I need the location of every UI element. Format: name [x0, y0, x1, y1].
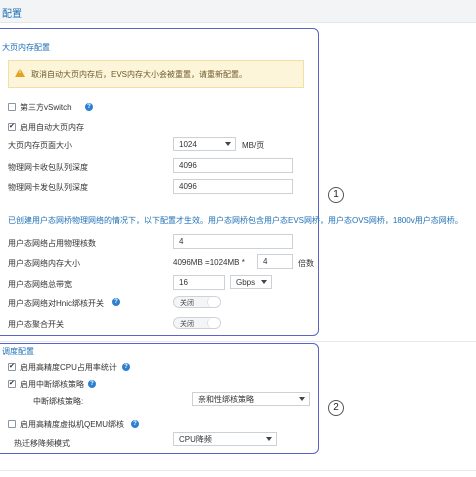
toggle-knob	[207, 297, 220, 307]
page-title: 配置	[2, 9, 22, 20]
tx-queue-label: 物理网卡发包队列深度	[8, 183, 88, 192]
title-bar	[0, 0, 476, 23]
help-icon[interactable]: ?	[122, 363, 130, 371]
memory-unit: 倍数	[298, 259, 314, 268]
cpu-stats-label: 启用高精度CPU占用率统计	[20, 363, 117, 372]
scheduling-section-title: 调度配置	[2, 347, 34, 356]
section-divider	[0, 341, 476, 342]
memory-multiplier-input[interactable]: 4	[257, 254, 293, 269]
hnic-toggle-label: 关闭	[180, 300, 194, 307]
chevron-down-icon	[225, 142, 231, 146]
cpu-stats-checkbox[interactable]	[8, 362, 16, 371]
interrupt-binding-checkbox[interactable]	[8, 379, 16, 388]
auto-hugepage-checkbox[interactable]	[8, 122, 16, 131]
toggle-knob	[207, 318, 220, 328]
cores-input[interactable]: 4	[173, 234, 293, 249]
chevron-down-icon	[299, 397, 305, 401]
qemu-binding-label: 启用高精度虚拟机QEMU绑核	[20, 420, 124, 429]
warning-icon: !	[15, 68, 25, 77]
userspace-info-text: 已创建用户态网桥物理网络的情况下，以下配置才生效。用户态网桥包含用户态EVS网桥…	[8, 216, 463, 225]
tx-queue-input[interactable]: 4096	[173, 179, 293, 194]
third-party-vswitch-label: 第三方vSwitch	[20, 103, 72, 112]
qemu-binding-checkbox[interactable]	[8, 420, 16, 428]
cores-label: 用户态网络占用物理核数	[8, 239, 96, 248]
page-size-value: 1024	[179, 140, 197, 149]
warning-text: 取消自动大页内存后，EVS内存大小会被重置，请重新配置。	[31, 70, 248, 79]
interrupt-policy-value: 亲和性绑核策略	[198, 395, 254, 404]
bottom-divider	[0, 470, 476, 471]
help-icon[interactable]: ?	[131, 420, 139, 428]
memory-text: 4096MB =1024MB *	[173, 258, 245, 267]
memory-label: 用户态网络内存大小	[8, 259, 80, 268]
hugepage-section-title: 大页内存配置	[2, 43, 50, 52]
callout-2: 2	[328, 400, 344, 416]
page-size-label: 大页内存页面大小	[8, 141, 72, 150]
aggregate-toggle-label: 关闭	[180, 321, 194, 328]
auto-hugepage-label: 启用自动大页内存	[20, 123, 84, 132]
rx-queue-label: 物理网卡收包队列深度	[8, 163, 88, 172]
warning-banner: ! 取消自动大页内存后，EVS内存大小会被重置，请重新配置。	[8, 60, 304, 88]
hot-migration-label: 热迁移降频模式	[14, 439, 70, 448]
help-icon[interactable]: ?	[112, 298, 120, 306]
interrupt-binding-label: 启用中断绑核策略	[20, 380, 84, 389]
bandwidth-label: 用户态网络总带宽	[8, 280, 72, 289]
hot-migration-select[interactable]: CPU降频	[173, 432, 277, 446]
hnic-toggle[interactable]: 关闭	[173, 296, 221, 308]
help-icon[interactable]: ?	[85, 103, 93, 111]
third-party-vswitch-checkbox[interactable]	[8, 103, 16, 111]
callout-1: 1	[328, 187, 344, 203]
page-size-unit: MB/页	[242, 141, 265, 150]
hnic-label: 用户态网络对Hnic绑核开关	[8, 299, 105, 308]
interrupt-policy-select[interactable]: 亲和性绑核策略	[192, 392, 310, 406]
bandwidth-input[interactable]: 16	[173, 275, 225, 290]
bandwidth-unit-select[interactable]: Gbps	[230, 275, 272, 289]
rx-queue-input[interactable]: 4096	[173, 158, 293, 173]
interrupt-policy-label: 中断绑核策略:	[33, 397, 84, 406]
bandwidth-unit-value: Gbps	[236, 278, 256, 287]
chevron-down-icon	[266, 437, 272, 441]
help-icon[interactable]: ?	[88, 380, 96, 388]
page-size-select[interactable]: 1024	[173, 137, 236, 151]
aggregate-toggle[interactable]: 关闭	[173, 317, 221, 329]
hot-migration-value: CPU降频	[179, 435, 212, 444]
aggregate-label: 用户态聚合开关	[8, 320, 64, 329]
chevron-down-icon	[261, 280, 267, 284]
